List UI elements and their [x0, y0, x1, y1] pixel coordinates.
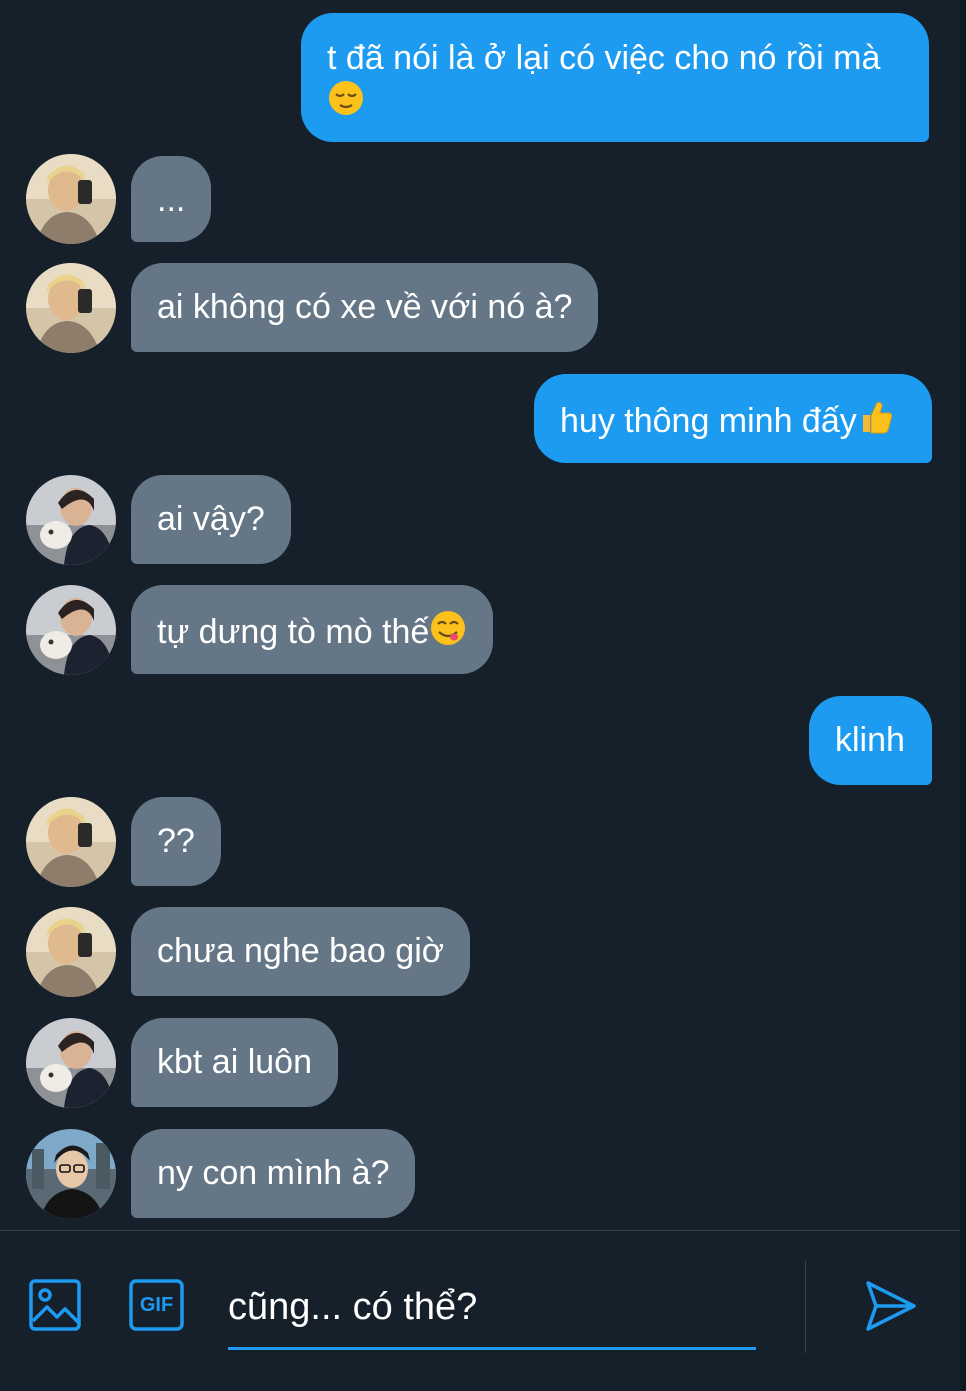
incoming-message[interactable]: ai vậy? [131, 475, 291, 564]
gif-button[interactable]: GIF [129, 1279, 184, 1331]
outgoing-message[interactable]: t đã nói là ở lại có việc cho nó rồi mà [301, 13, 929, 142]
outgoing-message[interactable]: klinh [809, 696, 932, 785]
incoming-message[interactable]: kbt ai luôn [131, 1018, 338, 1107]
message-text: huy thông minh đấy [560, 402, 857, 440]
send-icon[interactable] [864, 1279, 918, 1333]
outgoing-message[interactable]: huy thông minh đấy [534, 374, 932, 463]
message-text: t đã nói là ở lại có việc cho nó rồi mà [327, 39, 881, 77]
avatar[interactable] [26, 585, 116, 675]
yum-face-emoji-icon [429, 609, 467, 647]
avatar[interactable] [26, 1018, 116, 1108]
avatar[interactable] [26, 475, 116, 565]
incoming-message[interactable]: ai không có xe về với nó à? [131, 263, 599, 352]
screen-edge [960, 0, 966, 1390]
gif-label: GIF [139, 1294, 174, 1316]
message-text: ny con mình à? [157, 1154, 390, 1192]
avatar[interactable] [26, 907, 116, 997]
avatar[interactable] [26, 1129, 116, 1219]
message-text: kbt ai luôn [157, 1043, 312, 1081]
incoming-message[interactable]: ... [131, 156, 212, 242]
relieved-face-emoji-icon [327, 79, 365, 117]
message-text: chưa nghe bao giờ [157, 932, 445, 970]
avatar[interactable] [26, 154, 116, 244]
message-text: ai vậy? [157, 500, 265, 538]
incoming-message[interactable]: tự dưng tò mò thế [131, 585, 494, 674]
incoming-message[interactable]: ?? [131, 797, 221, 886]
avatar[interactable] [26, 263, 116, 353]
message-input[interactable]: cũng... có thể? [228, 1267, 756, 1350]
message-thread: t đã nói là ở lại có việc cho nó rồi mà … [0, 0, 966, 1230]
message-composer: GIF cũng... có thể? [0, 1230, 966, 1391]
message-text: ... [157, 181, 186, 219]
image-icon[interactable] [29, 1279, 81, 1331]
incoming-message[interactable]: chưa nghe bao giờ [131, 907, 471, 996]
thumbs-up-emoji-icon [857, 398, 895, 436]
incoming-message[interactable]: ny con mình à? [131, 1129, 416, 1218]
divider [805, 1261, 806, 1353]
message-text: klinh [835, 721, 905, 759]
message-text: ?? [157, 822, 195, 860]
message-text: tự dưng tò mò thế [157, 613, 430, 651]
message-text: ai không có xe về với nó à? [157, 288, 573, 326]
avatar[interactable] [26, 797, 116, 887]
